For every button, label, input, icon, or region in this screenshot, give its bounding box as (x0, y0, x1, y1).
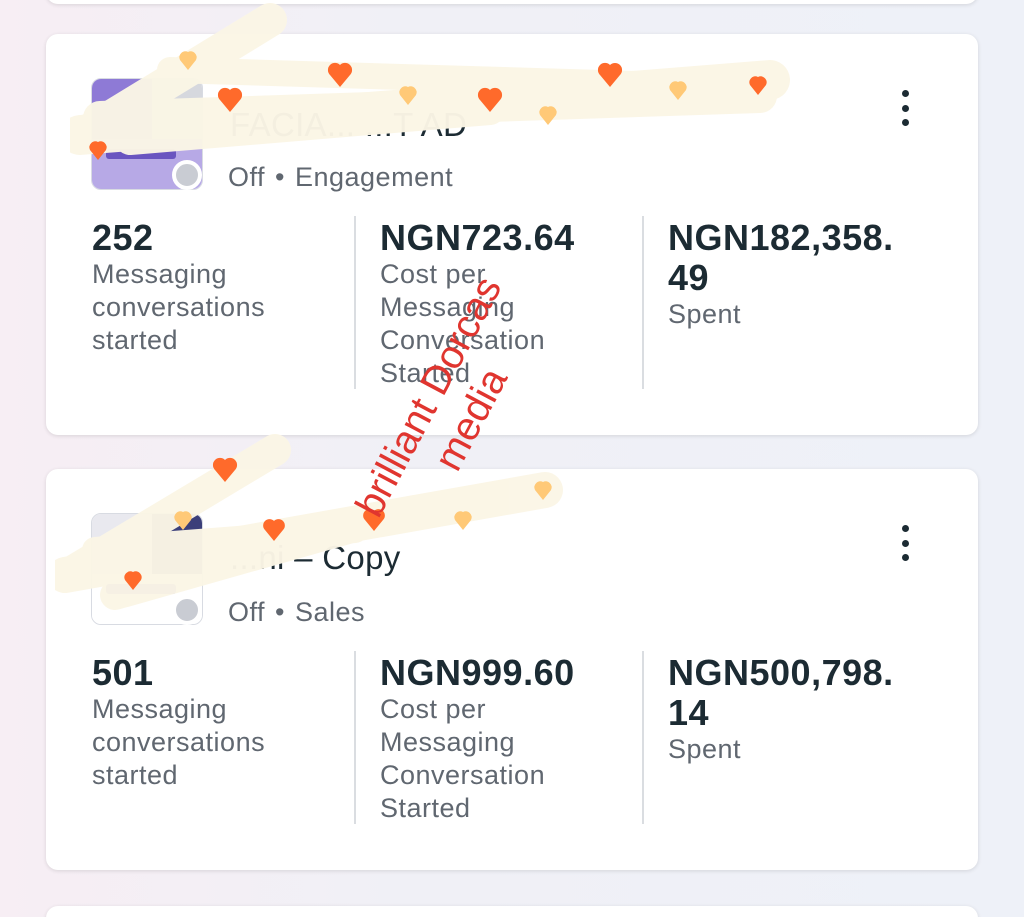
metric-cost-per-result: NGN999.60 Cost per Messaging Conversatio… (380, 653, 650, 825)
ad-card-previous[interactable] (46, 0, 978, 4)
more-vertical-icon (901, 525, 909, 532)
ad-status-line: Off • Sales (228, 597, 365, 628)
metric-label: Spent (668, 299, 742, 329)
ad-title[interactable]: ...ni – Copy (230, 539, 401, 577)
more-options-button[interactable] (890, 521, 920, 565)
separator-dot: • (275, 162, 285, 192)
metric-value: NGN182,358. 49 (668, 217, 894, 298)
metric-results: 501 Messaging conversations started (92, 653, 362, 792)
metric-value: 501 (92, 652, 154, 693)
metric-value: NGN999.60 (380, 652, 575, 693)
ad-card[interactable]: ...ni – Copy Off • Sales 501 Messaging con… (46, 469, 978, 870)
more-vertical-icon (901, 90, 909, 97)
ad-status: Off (228, 162, 266, 192)
metric-label: Spent (668, 734, 742, 764)
metric-amount-spent: NGN182,358. 49 Spent (668, 218, 938, 331)
metric-divider (642, 216, 644, 389)
metric-divider (642, 651, 644, 824)
metric-divider (354, 216, 356, 389)
metric-label: Messaging conversations started (92, 694, 266, 790)
metric-divider (354, 651, 356, 824)
ad-title[interactable]: FACIA... ...T AD (230, 106, 467, 144)
metric-label: Messaging conversations started (92, 259, 266, 355)
metric-value: 252 (92, 217, 154, 258)
metric-cost-per-result: NGN723.64 Cost per Messaging Conversatio… (380, 218, 650, 390)
separator-dot: • (275, 597, 285, 627)
ad-status-line: Off • Engagement (228, 162, 453, 193)
ads-list-screen: FACIA... ...T AD Off • Engagement 252 Mess… (0, 0, 1024, 917)
metric-amount-spent: NGN500,798. 14 Spent (668, 653, 938, 766)
metric-label: Cost per Messaging Conversation Started (380, 259, 546, 388)
more-options-button[interactable] (890, 86, 920, 130)
ad-objective: Sales (294, 597, 366, 627)
metric-label: Cost per Messaging Conversation Started (380, 694, 546, 823)
ad-card[interactable]: FACIA... ...T AD Off • Engagement 252 Mess… (46, 34, 978, 435)
status-dot-icon (172, 160, 202, 190)
status-dot-icon (172, 595, 202, 625)
ad-status: Off (228, 597, 266, 627)
ad-objective: Engagement (294, 162, 454, 192)
ad-card-next[interactable] (46, 906, 978, 917)
metric-results: 252 Messaging conversations started (92, 218, 362, 357)
metric-value: NGN500,798. 14 (668, 652, 894, 733)
metric-value: NGN723.64 (380, 217, 575, 258)
